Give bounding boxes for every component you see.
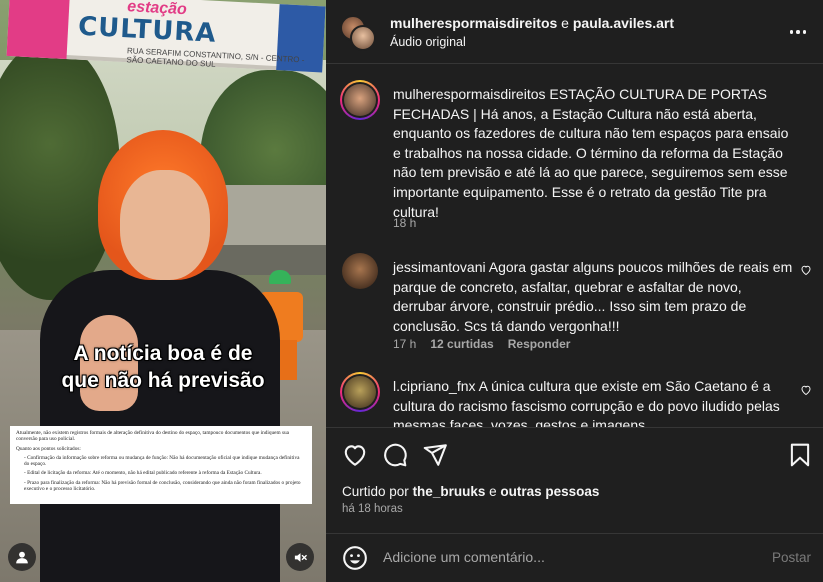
mute-button[interactable] — [286, 543, 314, 571]
header-usernames[interactable]: mulherespormaisdireitos e paula.aviles.a… — [390, 15, 674, 31]
mute-icon — [294, 552, 307, 562]
action-bar — [326, 427, 823, 479]
comment-username[interactable]: jessimantovani — [393, 259, 486, 275]
reply-button[interactable]: Responder — [508, 337, 571, 351]
doc-item: - Confirmação da informação sobre reform… — [24, 454, 300, 468]
liked-by: Curtido por the_bruuks e outras pessoas — [342, 484, 599, 499]
liked-by-others[interactable]: outras pessoas — [500, 484, 599, 499]
sign-pink-block — [6, 0, 70, 60]
heart-icon[interactable] — [342, 442, 368, 468]
more-icon-dot — [802, 30, 807, 34]
collab-avatars[interactable] — [340, 15, 376, 51]
comment-composer: Postar — [326, 533, 823, 582]
comment-1: jessimantovani Agora gastar alguns pouco… — [393, 258, 798, 336]
comment-likes[interactable]: 12 curtidas — [430, 337, 493, 351]
avatar — [344, 376, 376, 408]
header-user-2[interactable]: paula.aviles.art — [573, 15, 674, 31]
comment-2: l.cipriano_fnx A única cultura que exist… — [393, 377, 798, 427]
comment-meta: 17 h 12 curtidas Responder — [393, 337, 570, 351]
doc-item: - Prazo para finalização da reforma: Não… — [24, 479, 301, 493]
post-caption: mulherespormaisdireitos ESTAÇÃO CULTURA … — [393, 85, 798, 222]
liked-by-prefix: Curtido por — [342, 484, 409, 499]
post-timestamp[interactable]: há 18 horas — [342, 503, 403, 515]
caption-meta: 18 h — [393, 216, 416, 230]
header-conjunction: e — [561, 15, 569, 31]
sign-title-text: CULTURA — [77, 11, 218, 49]
avatar-ring-inner — [342, 82, 378, 118]
doc-paragraph-2: Quanto aos pontos solicitados: — [16, 445, 81, 452]
caption-username[interactable]: mulherespormaisdireitos — [393, 86, 546, 102]
original-audio-link[interactable]: Áudio original — [390, 35, 466, 49]
post-comment-button[interactable]: Postar — [772, 550, 811, 565]
tagged-users-button[interactable] — [8, 543, 36, 571]
comment-avatar[interactable] — [340, 372, 380, 412]
video-overlay-caption: A notícia boa é de que não há previsão — [28, 340, 298, 394]
comments-scroll-area[interactable]: mulherespormaisdireitos ESTAÇÃO CULTURA … — [326, 65, 823, 427]
caption-avatar[interactable] — [340, 80, 380, 120]
bookmark-icon[interactable] — [787, 442, 813, 468]
caption-text: ESTAÇÃO CULTURA DE PORTAS FECHADAS | Há … — [393, 86, 789, 220]
presenter-face — [120, 170, 210, 280]
avatar-ring-inner — [342, 374, 378, 410]
heart-icon[interactable] — [800, 384, 812, 396]
comment-time[interactable]: 17 h — [393, 337, 416, 351]
doc-paragraph-1: Atualmente, não existem registros formai… — [16, 430, 290, 443]
heart-icon[interactable] — [800, 264, 812, 276]
more-options-button[interactable] — [784, 22, 812, 42]
liked-by-user[interactable]: the_bruuks — [413, 484, 486, 499]
liked-by-conj: e — [489, 484, 497, 499]
caption-time[interactable]: 18 h — [393, 216, 416, 230]
emoji-icon[interactable] — [342, 545, 368, 571]
more-icon — [789, 30, 794, 34]
share-icon[interactable] — [422, 442, 448, 468]
overlay-line-2: que não há previsão — [61, 369, 265, 392]
comment-input[interactable] — [383, 546, 763, 568]
comment-avatar[interactable] — [340, 251, 380, 291]
overlay-line-1: A notícia boa é de — [73, 342, 253, 365]
avatar — [344, 84, 376, 116]
user-tag-icon — [16, 551, 28, 564]
header-user-1[interactable]: mulherespormaisdireitos — [390, 15, 557, 31]
avatar — [350, 25, 376, 51]
post-details-panel: mulherespormaisdireitos e paula.aviles.a… — [326, 0, 823, 582]
reel-video[interactable]: estação CULTURA RUA SERAFIM CONSTANTINO,… — [0, 0, 326, 582]
post-header: mulherespormaisdireitos e paula.aviles.a… — [326, 0, 823, 64]
comment-icon[interactable] — [382, 442, 408, 468]
comment-username[interactable]: l.cipriano_fnx — [393, 378, 476, 394]
doc-item: - Edital de licitação da reforma: Até o … — [24, 470, 262, 477]
document-excerpt: Atualmente, não existem registros formai… — [10, 426, 312, 504]
more-icon-dot — [796, 30, 800, 34]
avatar — [342, 253, 378, 289]
